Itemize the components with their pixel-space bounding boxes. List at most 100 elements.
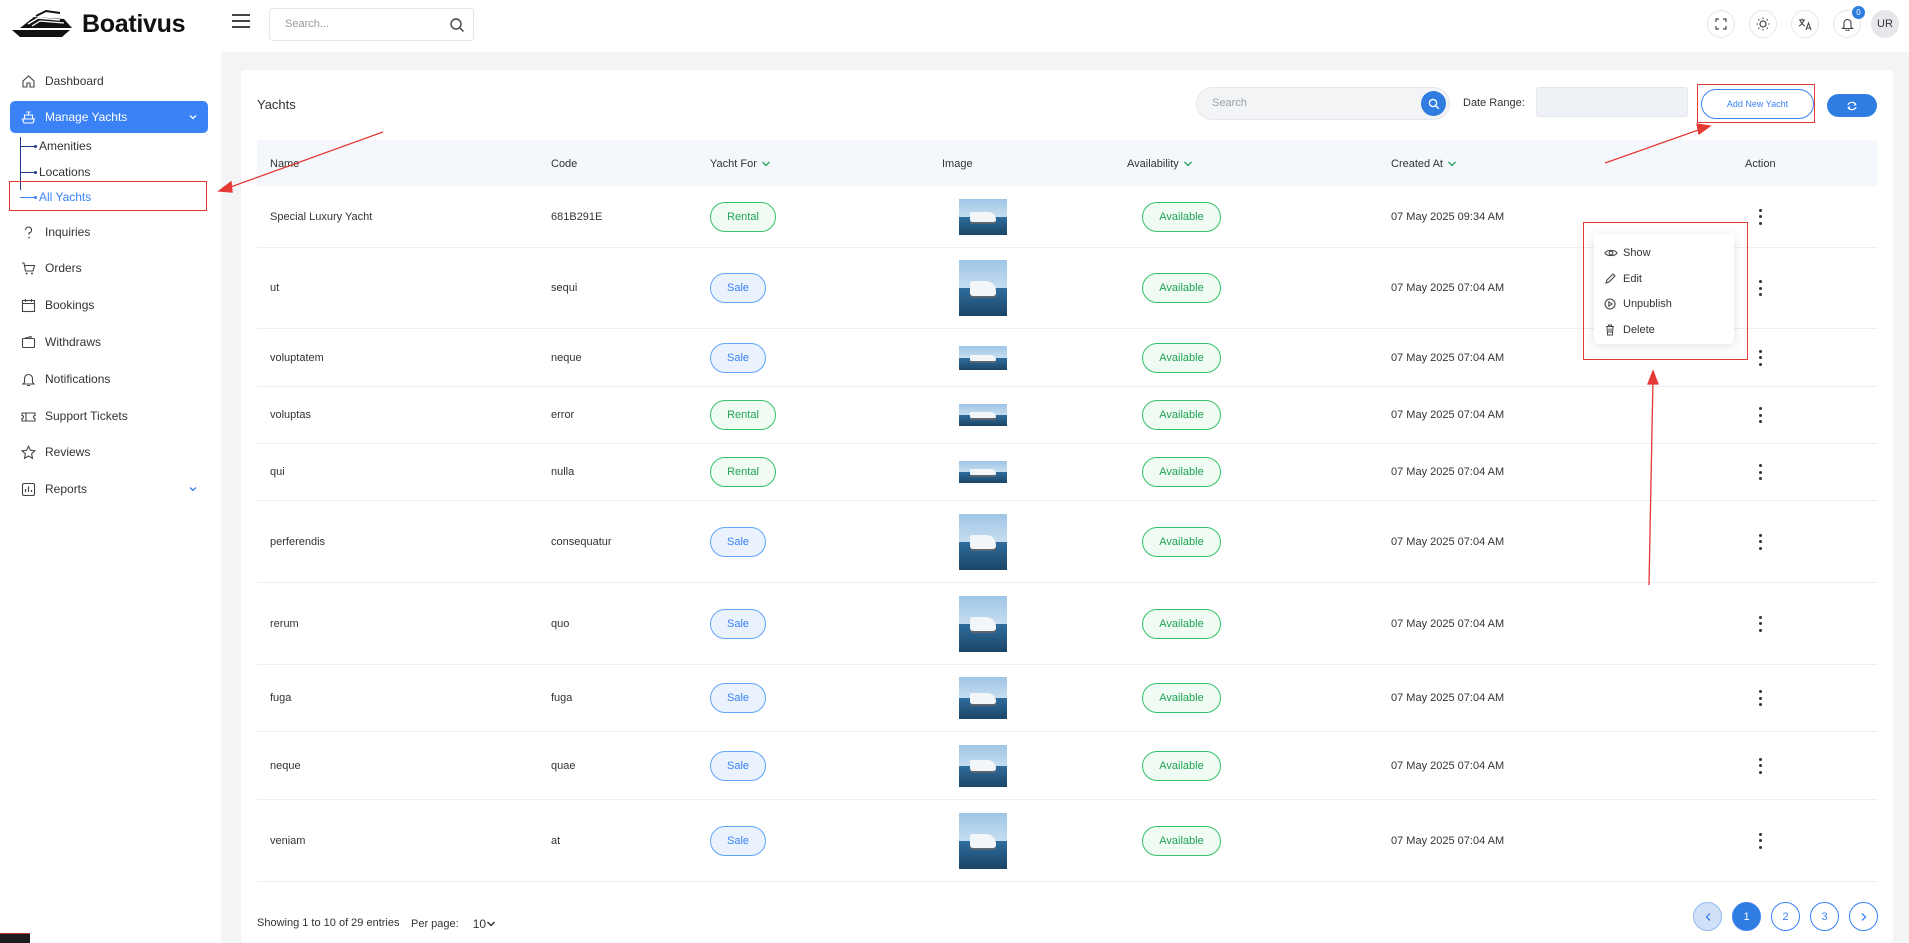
theme-toggle-button[interactable] (1749, 10, 1777, 38)
sidebar-item-label: Inquiries (45, 225, 91, 239)
yacht-code: nulla (551, 466, 575, 478)
availability-badge[interactable]: Available (1142, 273, 1221, 303)
sidebar-item-reports[interactable]: Reports (10, 475, 208, 503)
yacht-name: Special Luxury Yacht (270, 210, 373, 223)
sort-chevron-icon (1448, 161, 1456, 167)
global-search-input[interactable] (285, 18, 435, 30)
refresh-button[interactable] (1827, 94, 1877, 117)
notifications-button[interactable]: 0 (1833, 6, 1865, 38)
sidebar-subitem-locations[interactable]: Locations (20, 165, 90, 179)
availability-badge[interactable]: Available (1142, 201, 1221, 232)
menu-toggle-icon[interactable] (232, 14, 250, 30)
row-actions-kebab-icon[interactable] (1755, 280, 1765, 296)
created-at: 07 May 2025 07:04 AM (1391, 834, 1505, 847)
yacht-thumbnail[interactable] (959, 677, 1007, 719)
sidebar-item-withdraws[interactable]: Withdraws (10, 328, 208, 356)
global-search[interactable] (269, 8, 474, 41)
yacht-thumbnail[interactable] (959, 260, 1007, 316)
yacht-thumbnail[interactable] (959, 461, 1007, 483)
column-header-name[interactable]: Name (270, 158, 299, 170)
column-header-created-at[interactable]: Created At (1391, 158, 1457, 170)
language-button[interactable] (1791, 10, 1819, 38)
sidebar-item-manage-yachts[interactable]: Manage Yachts (10, 101, 208, 133)
availability-badge[interactable]: Available (1142, 683, 1221, 713)
row-actions-kebab-icon[interactable] (1755, 464, 1765, 480)
sidebar-item-label: Withdraws (45, 335, 102, 349)
yacht-thumbnail[interactable] (959, 744, 1007, 787)
sidebar-item-reviews[interactable]: Reviews (10, 438, 208, 466)
yacht-for-badge: Sale (710, 750, 766, 781)
translate-icon (1798, 18, 1812, 31)
created-at: 07 May 2025 07:04 AM (1391, 617, 1505, 630)
prev-page-button[interactable] (1693, 902, 1722, 931)
row-actions-kebab-icon[interactable] (1755, 757, 1765, 774)
table-row: veniam at Sale Available 07 May 2025 07:04 A… (257, 800, 1877, 882)
search-icon[interactable] (449, 17, 465, 33)
column-header-availability[interactable]: Availability (1127, 158, 1193, 170)
calendar-icon (21, 298, 36, 312)
brand-logo[interactable]: Boativus (10, 8, 185, 40)
sidebar-item-notifications[interactable]: Notifications (10, 365, 208, 393)
page-button-2[interactable]: 2 (1771, 902, 1800, 931)
filter-chevron-icon (761, 161, 770, 167)
sidebar-item-inquiries[interactable]: Inquiries (10, 218, 208, 246)
ticket-icon (21, 411, 36, 422)
yacht-code: 681B291E (551, 210, 603, 223)
availability-badge[interactable]: Available (1142, 457, 1221, 487)
top-bar: Boativus 0 UR (0, 0, 1909, 52)
sidebar-item-label: Dashboard (45, 74, 104, 88)
yacht-code: consequatur (551, 535, 612, 548)
availability-badge[interactable]: Available (1142, 526, 1221, 557)
notification-count-badge: 0 (1852, 6, 1865, 19)
row-actions-kebab-icon[interactable] (1755, 615, 1765, 632)
chevron-left-icon (1705, 912, 1710, 921)
sidebar-item-bookings[interactable]: Bookings (10, 291, 208, 319)
sidebar-item-dashboard[interactable]: Dashboard (10, 67, 208, 95)
yacht-name: voluptatem (270, 351, 324, 364)
row-actions-kebab-icon[interactable] (1755, 208, 1765, 225)
report-icon (21, 482, 36, 496)
yacht-for-badge: Sale (710, 273, 766, 303)
yacht-thumbnail[interactable] (959, 345, 1007, 370)
sidebar-item-label: Support Tickets (45, 409, 128, 423)
sidebar-item-label: Bookings (45, 298, 95, 312)
bell-icon (21, 373, 36, 386)
date-range-input[interactable] (1536, 87, 1688, 117)
user-avatar[interactable]: UR (1871, 10, 1899, 38)
row-actions-kebab-icon[interactable] (1755, 349, 1765, 366)
table-search-input[interactable] (1212, 97, 1402, 109)
yacht-thumbnail[interactable] (959, 513, 1007, 570)
row-actions-kebab-icon[interactable] (1755, 407, 1765, 423)
search-submit-button[interactable] (1421, 91, 1446, 116)
next-page-button[interactable] (1849, 902, 1878, 931)
row-actions-kebab-icon[interactable] (1755, 832, 1765, 849)
sidebar-item-support-tickets[interactable]: Support Tickets (10, 402, 208, 430)
fullscreen-button[interactable] (1707, 10, 1735, 38)
row-actions-kebab-icon[interactable] (1755, 690, 1765, 706)
sidebar-subitem-amenities[interactable]: Amenities (20, 139, 92, 153)
entries-info: Showing 1 to 10 of 29 entries (257, 917, 400, 929)
table-search[interactable] (1196, 87, 1450, 120)
table-row: qui nulla Rental Available 07 May 2025 07:04… (257, 444, 1877, 501)
yacht-thumbnail[interactable] (959, 198, 1007, 235)
yacht-name: neque (270, 759, 301, 772)
availability-badge[interactable]: Available (1142, 608, 1221, 639)
per-page-select[interactable]: 10 (473, 917, 496, 931)
column-header-code[interactable]: Code (551, 158, 577, 170)
availability-badge[interactable]: Available (1142, 825, 1221, 856)
yacht-for-badge: Sale (710, 608, 766, 639)
yacht-code: error (551, 409, 575, 421)
highlight-box-all-yachts (9, 181, 207, 211)
row-actions-kebab-icon[interactable] (1755, 533, 1765, 550)
yacht-thumbnail[interactable] (959, 812, 1007, 869)
page-button-3[interactable]: 3 (1810, 902, 1839, 931)
sidebar-item-orders[interactable]: Orders (10, 254, 208, 282)
page-title: Yachts (257, 97, 296, 112)
yacht-thumbnail[interactable] (959, 404, 1007, 426)
availability-badge[interactable]: Available (1142, 400, 1221, 430)
availability-badge[interactable]: Available (1142, 750, 1221, 781)
column-header-yacht-for[interactable]: Yacht For (710, 158, 771, 170)
availability-badge[interactable]: Available (1142, 342, 1221, 373)
yacht-thumbnail[interactable] (959, 595, 1007, 652)
page-button-1[interactable]: 1 (1732, 902, 1761, 931)
